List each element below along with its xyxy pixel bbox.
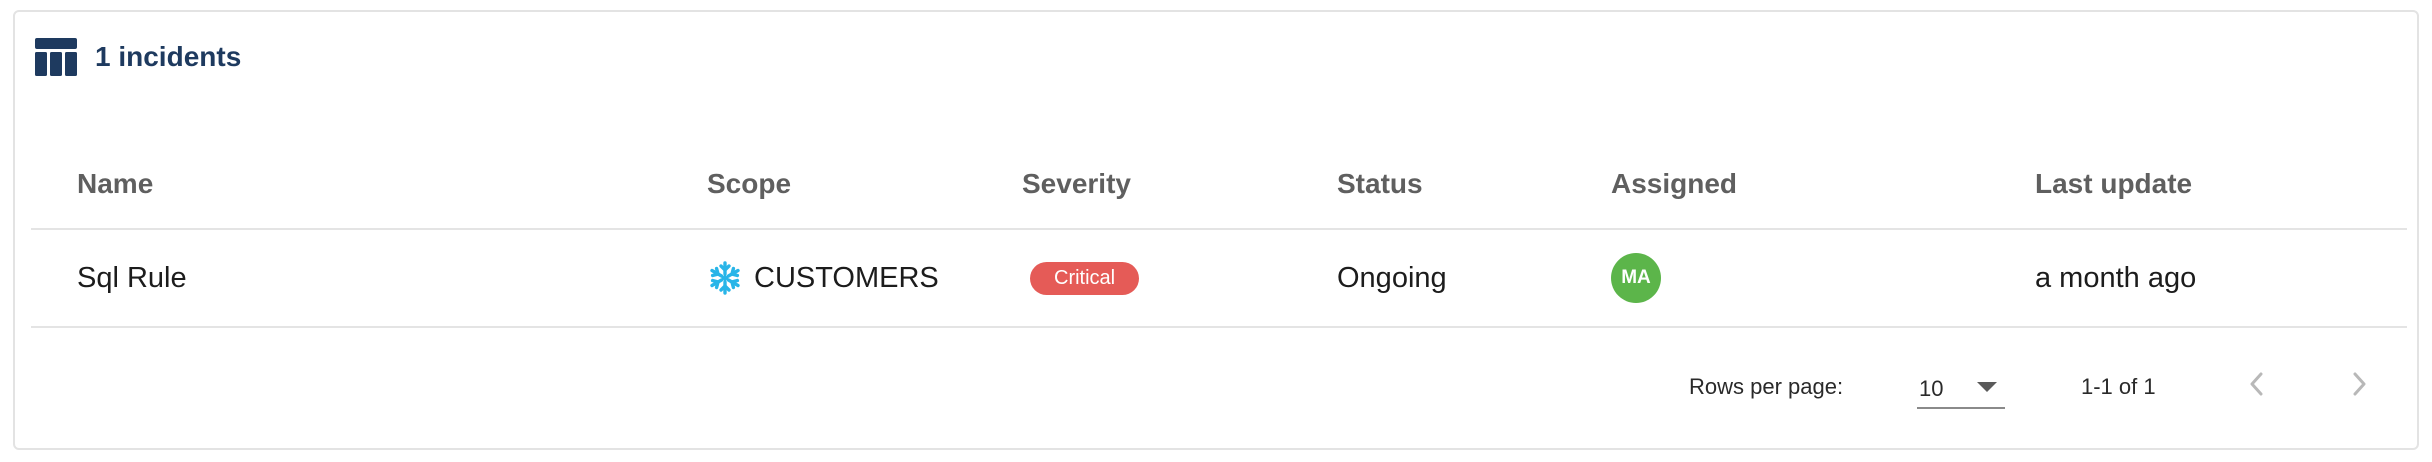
next-page-button[interactable] — [2339, 364, 2379, 404]
table-icon — [35, 38, 77, 76]
column-header-status[interactable]: Status — [1337, 140, 1423, 228]
card-header: 1 incidents — [35, 32, 241, 82]
pagination: Rows per page: 10 1-1 of 1 — [15, 352, 2417, 422]
rows-per-page-select[interactable]: 10 — [1917, 362, 2005, 409]
incident-last-update: a month ago — [2035, 261, 2197, 294]
pagination-range: 1-1 of 1 — [2081, 374, 2156, 399]
incident-assigned: MA — [1611, 230, 1661, 326]
avatar[interactable]: MA — [1611, 253, 1661, 303]
incident-scope: CUSTOMERS — [707, 230, 939, 326]
snowflake-icon — [710, 261, 740, 295]
chevron-right-icon — [2353, 372, 2366, 396]
previous-page-button[interactable] — [2237, 364, 2277, 404]
column-header-severity[interactable]: Severity — [1022, 140, 1131, 228]
table-row[interactable]: Sql Rule CUSTOMERS Critical Ongoing MA a… — [31, 230, 2407, 328]
column-header-assigned[interactable]: Assigned — [1611, 140, 1737, 228]
incident-name[interactable]: Sql Rule — [77, 230, 187, 326]
table-header-row: Name Scope Severity Status Assigned Last… — [31, 140, 2407, 230]
incident-severity: Critical — [1022, 230, 1140, 326]
incidents-count-title: 1 incidents — [95, 41, 242, 72]
incidents-table: Name Scope Severity Status Assigned Last… — [31, 140, 2407, 328]
column-header-last-update[interactable]: Last update — [2035, 140, 2192, 228]
column-header-name[interactable]: Name — [77, 140, 153, 228]
incident-status: Ongoing — [1337, 261, 1447, 294]
rows-per-page-value: 10 — [1919, 376, 1944, 401]
incidents-card: 1 incidents Name Scope Severity Status A… — [13, 10, 2419, 450]
column-header-scope[interactable]: Scope — [707, 140, 791, 228]
caret-down-icon — [1977, 382, 1997, 392]
chevron-left-icon — [2250, 372, 2263, 396]
rows-per-page-label: Rows per page: — [1689, 374, 1844, 399]
scope-label: CUSTOMERS — [754, 261, 939, 294]
severity-badge: Critical — [1030, 261, 1140, 295]
